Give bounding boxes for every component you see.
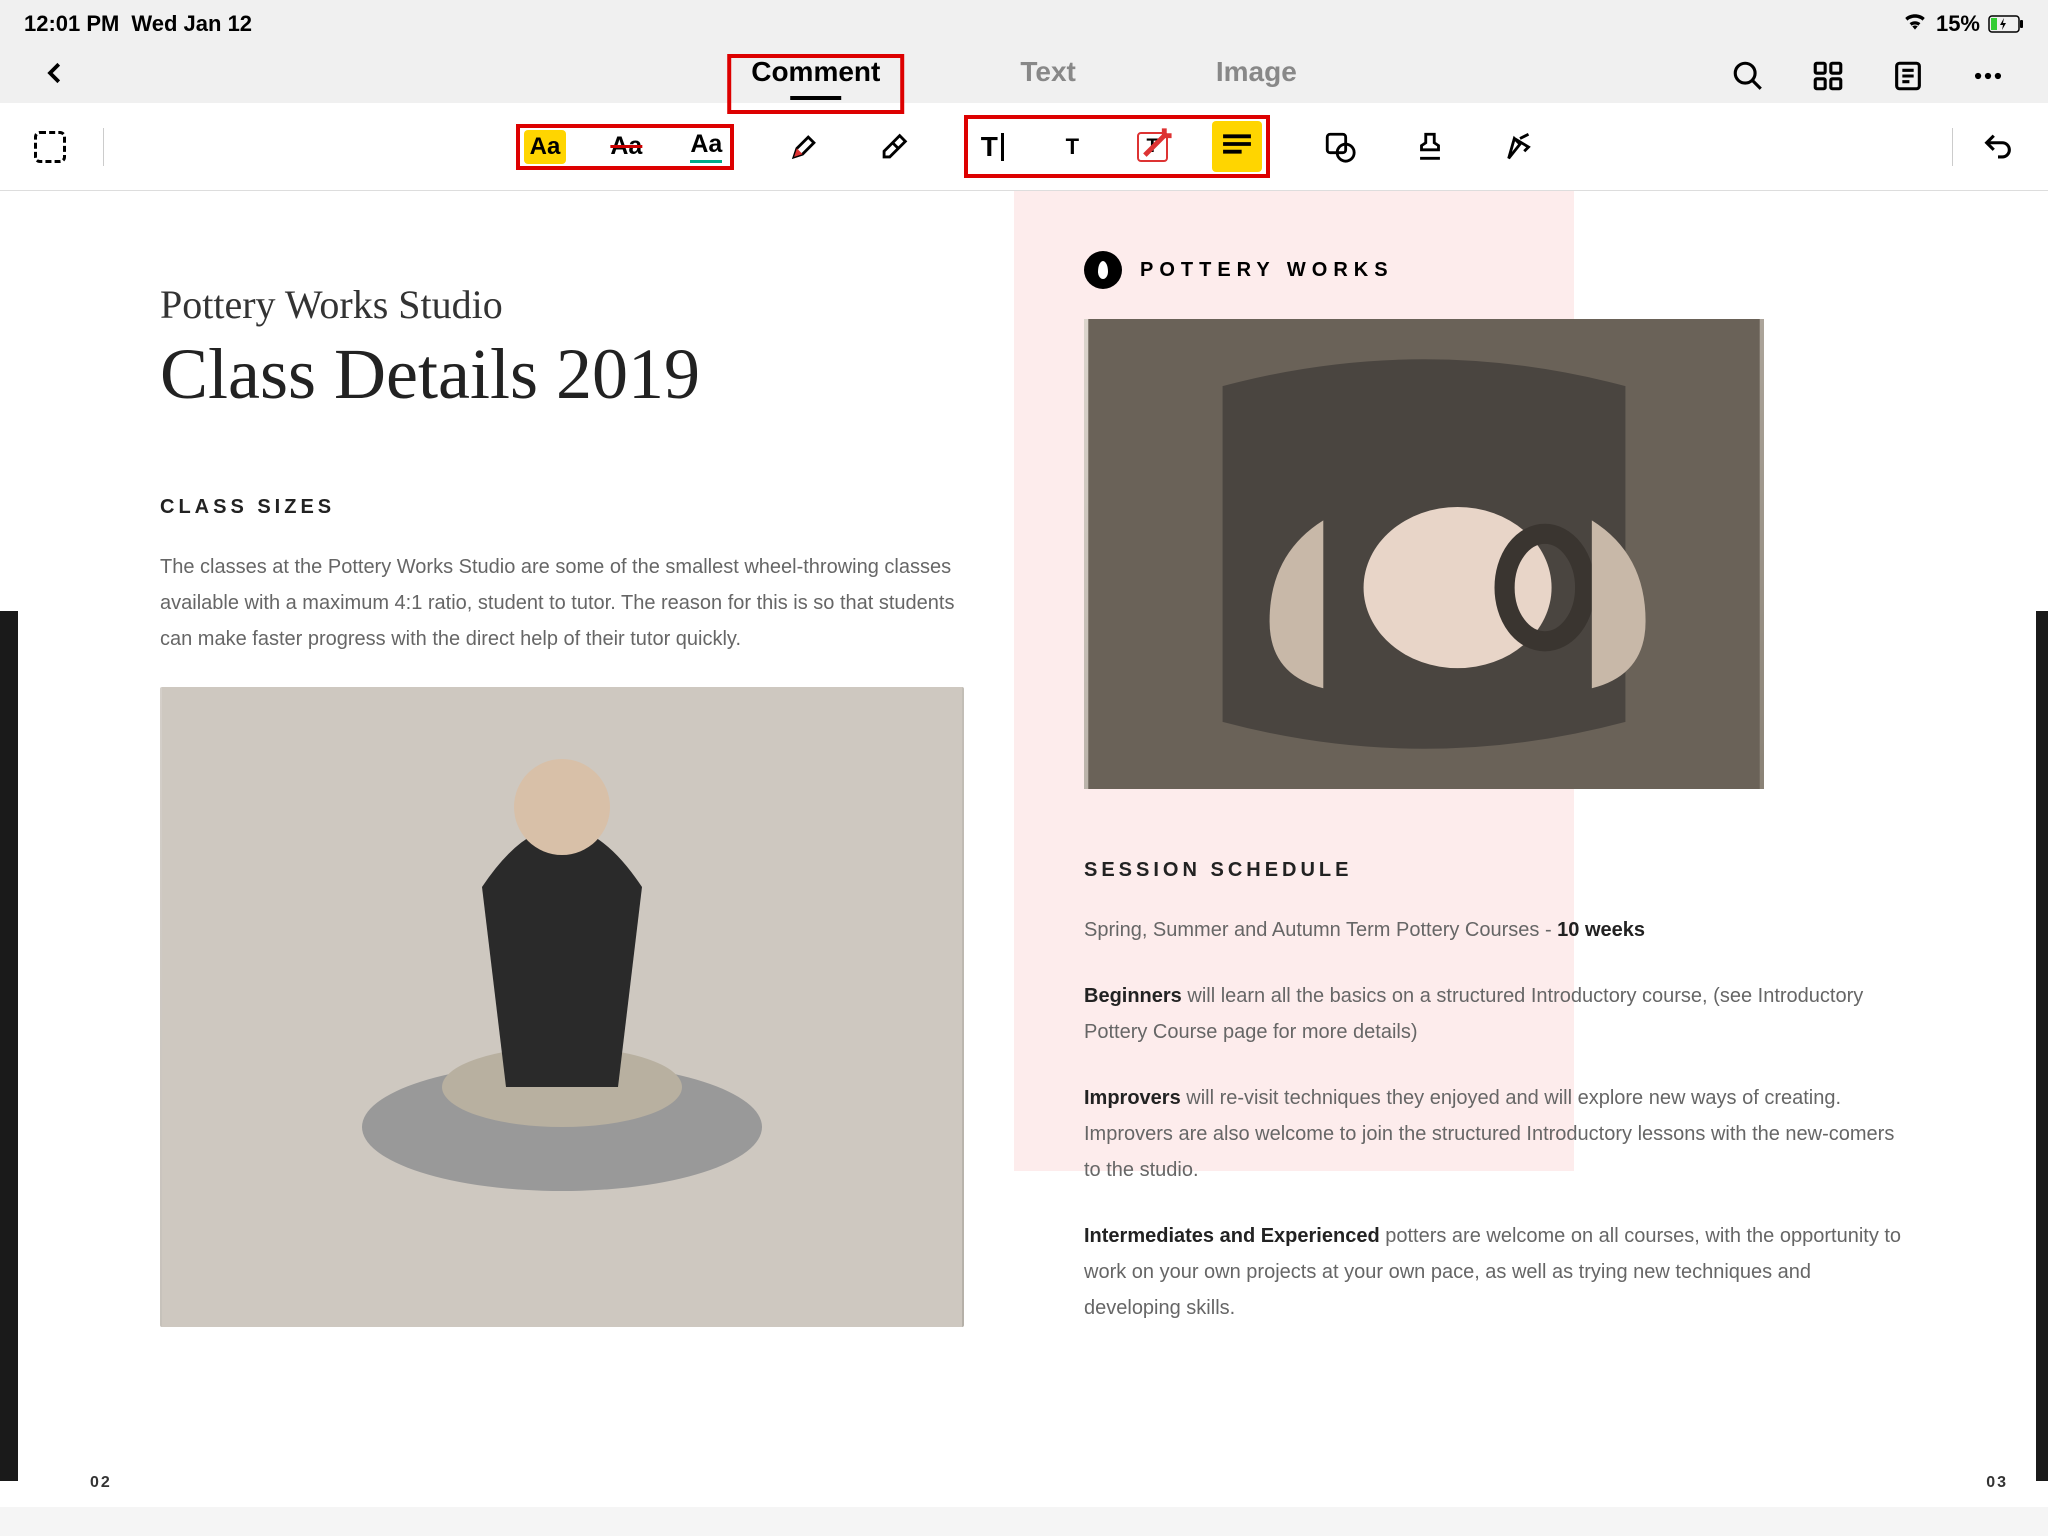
brand-logo-icon [1084, 251, 1122, 289]
undo-icon[interactable] [1978, 130, 2018, 164]
page-number-left: 02 [90, 1474, 112, 1492]
status-time: 12:01 PM [24, 11, 119, 37]
pottery-mug-image [1084, 319, 1764, 789]
signature-tool-icon[interactable] [1500, 130, 1540, 164]
divider [1952, 128, 1953, 166]
stamp-tool-icon[interactable] [1410, 130, 1450, 164]
wifi-icon [1902, 8, 1928, 40]
document-viewer[interactable]: Pottery Works Studio Class Details 2019 … [0, 191, 2048, 1507]
toolbar: Aa Aa Aa T T T [0, 103, 2048, 191]
eraser-tool-icon[interactable] [874, 130, 914, 164]
page-right: POTTERY WORKS SESSION SCHEDULE Spring, S… [1024, 191, 2048, 1507]
text-typewriter-tool[interactable]: T [1052, 134, 1092, 160]
divider [103, 128, 104, 166]
brand-row: POTTERY WORKS [1084, 251, 1908, 289]
beginners-text: Beginners will learn all the basics on a… [1084, 978, 1908, 1050]
sticky-note-tool[interactable] [1212, 121, 1262, 172]
text-callout-tool[interactable]: T [1132, 132, 1172, 162]
annotation-highlight-group-1: Aa Aa Aa [516, 124, 735, 170]
page-number-right: 03 [1986, 1474, 2008, 1492]
underline-tool[interactable]: Aa [686, 130, 726, 163]
schedule-intro: Spring, Summer and Autumn Term Pottery C… [1084, 912, 1908, 948]
section-header-class-sizes: CLASS SIZES [160, 496, 964, 519]
grid-view-icon[interactable] [1808, 59, 1848, 93]
strikethrough-tool[interactable]: Aa [606, 132, 646, 161]
class-sizes-body: The classes at the Pottery Works Studio … [160, 549, 964, 657]
status-date: Wed Jan 12 [131, 11, 252, 37]
shape-tool-icon[interactable] [1320, 130, 1360, 164]
back-button[interactable] [40, 58, 70, 93]
annotation-highlight-group-2: T T T [964, 115, 1270, 178]
annotation-highlight [727, 54, 904, 114]
selection-tool-icon[interactable] [30, 131, 70, 163]
highlight-tool[interactable]: Aa [524, 130, 567, 164]
tab-image[interactable]: Image [1216, 56, 1297, 96]
pen-tool-icon[interactable] [784, 130, 824, 164]
page-list-icon[interactable] [1888, 59, 1928, 93]
top-bar: Comment Text Image [0, 48, 2048, 103]
battery-percent: 15% [1936, 11, 1980, 37]
more-icon[interactable] [1968, 59, 2008, 93]
status-bar: 12:01 PM Wed Jan 12 15% [0, 0, 2048, 48]
section-header-schedule: SESSION SCHEDULE [1084, 859, 1908, 882]
doc-subtitle: Pottery Works Studio [160, 281, 964, 328]
tab-text[interactable]: Text [1020, 56, 1076, 96]
search-icon[interactable] [1728, 59, 1768, 93]
improvers-text: Improvers will re-visit techniques they … [1084, 1080, 1908, 1188]
doc-title: Class Details 2019 [160, 333, 964, 416]
page-left: Pottery Works Studio Class Details 2019 … [0, 191, 1024, 1507]
pottery-wheel-image [160, 687, 964, 1327]
text-insert-tool[interactable]: T [972, 131, 1012, 163]
brand-name: POTTERY WORKS [1140, 259, 1394, 282]
tab-comment[interactable]: Comment [751, 56, 880, 96]
battery-charging-icon [1988, 15, 2024, 33]
intermediates-text: Intermediates and Experienced potters ar… [1084, 1218, 1908, 1326]
